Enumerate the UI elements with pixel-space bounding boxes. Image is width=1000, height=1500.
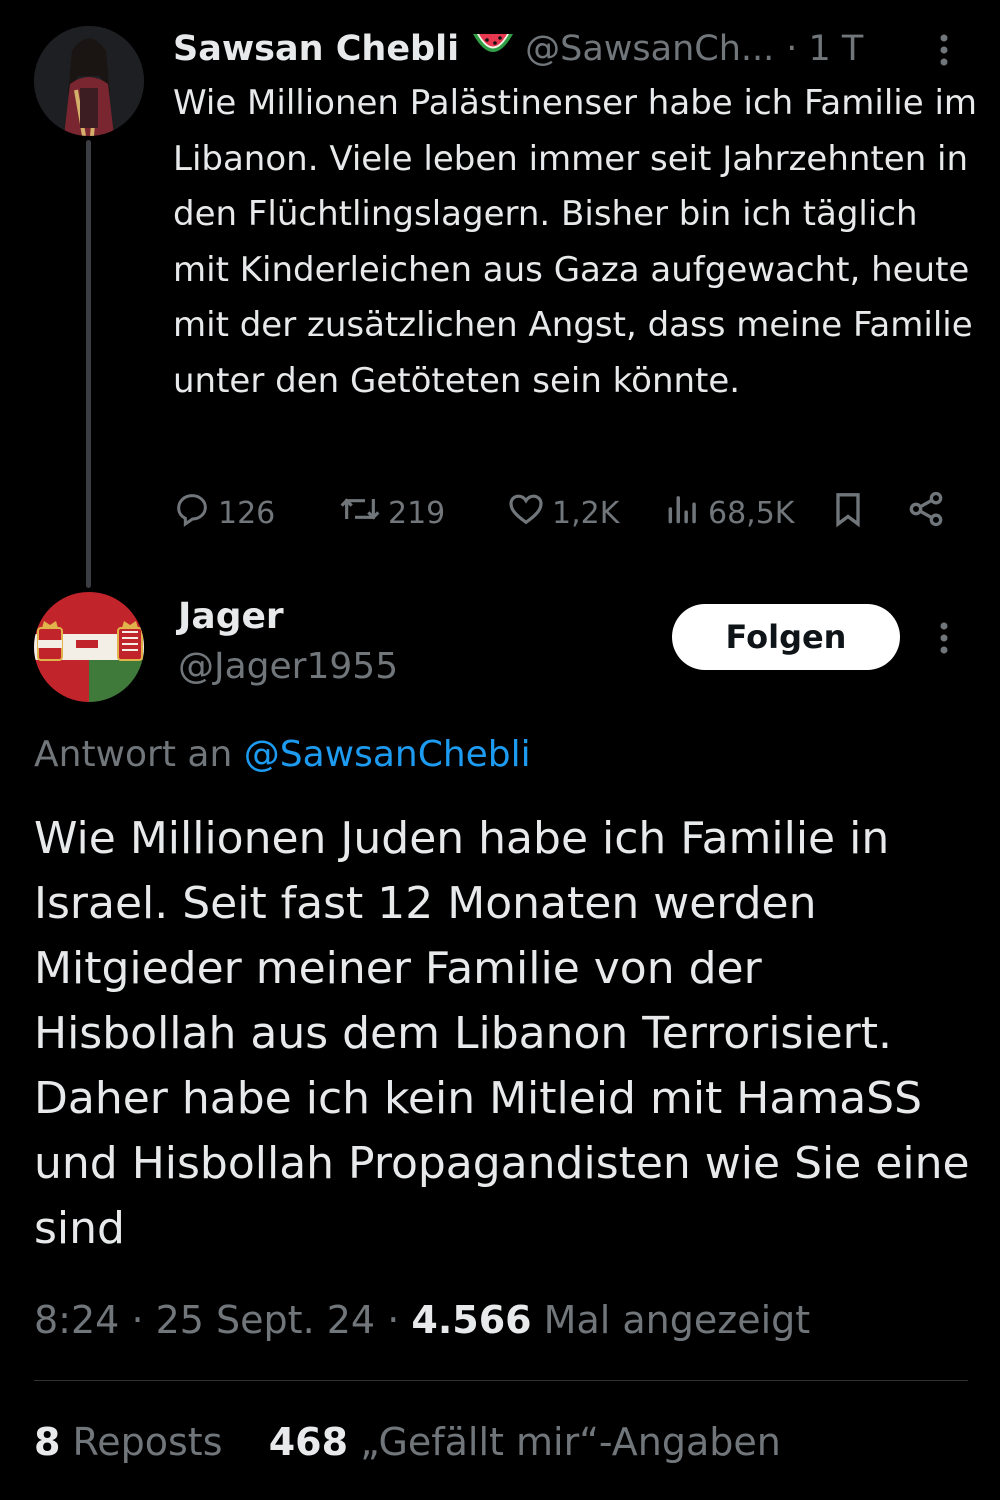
reply-button[interactable]: 126 — [172, 486, 275, 540]
tweet-text: Wie Millionen Juden habe ich Familie in … — [34, 813, 970, 1254]
tweet-date[interactable]: 25 Sept. 24 — [156, 1298, 375, 1342]
author-name[interactable]: Sawsan Chebli — [173, 29, 459, 69]
more-options-icon[interactable] — [930, 30, 958, 70]
tweet-meta: 8:24 · 25 Sept. 24 · 4.566 Mal angezeigt — [34, 1298, 810, 1342]
bookmark-button[interactable] — [828, 486, 868, 540]
replying-to-prefix: Antwort an — [34, 734, 233, 775]
share-button[interactable] — [906, 486, 946, 540]
reply-count: 126 — [218, 495, 276, 531]
views-count: 68,5K — [708, 495, 795, 531]
heart-icon — [506, 489, 546, 537]
reply-icon — [172, 489, 212, 537]
divider — [34, 1380, 968, 1381]
thread-connector-line — [86, 140, 91, 588]
like-button[interactable]: 1,2K — [506, 486, 619, 540]
follow-button[interactable]: Folgen — [672, 604, 900, 670]
engagement-stats: 8 Reposts 468 „Gefällt mir“-Angaben — [34, 1420, 781, 1464]
analytics-icon — [664, 489, 702, 537]
bookmark-icon — [828, 489, 868, 537]
view-label: Mal angezeigt — [543, 1298, 811, 1342]
replying-to-link[interactable]: @SawsanChebli — [244, 734, 531, 775]
view-count: 4.566 — [411, 1298, 532, 1342]
reposts-stat[interactable]: 8 Reposts — [34, 1420, 235, 1464]
repost-icon — [338, 489, 382, 537]
views-button[interactable]: 68,5K — [664, 486, 794, 540]
avatar[interactable] — [34, 26, 144, 136]
likes-label: „Gefällt mir“-Angaben — [360, 1420, 781, 1464]
author-handle[interactable]: @SawsanCh... — [525, 29, 774, 69]
timestamp[interactable]: · 1 T — [786, 29, 863, 69]
likes-count: 468 — [268, 1420, 349, 1464]
reposts-count: 8 — [34, 1420, 61, 1464]
reposts-label: Reposts — [72, 1420, 223, 1464]
action-bar: 126 219 1,2K 68,5K — [172, 486, 972, 540]
separator-dot: · — [387, 1298, 400, 1342]
avatar[interactable] — [34, 592, 144, 702]
parent-tweet-header: Sawsan Chebli @SawsanCh... · 1 T — [173, 24, 973, 74]
replying-to-line: Antwort an @SawsanChebli — [34, 734, 531, 775]
watermelon-icon — [471, 29, 515, 69]
share-icon — [906, 489, 946, 537]
tweet-time[interactable]: 8:24 — [34, 1298, 119, 1342]
like-count: 1,2K — [552, 495, 620, 531]
tweet-text: Wie Millionen Palästinenser habe ich Fam… — [173, 83, 978, 401]
repost-button[interactable]: 219 — [338, 486, 445, 540]
repost-count: 219 — [388, 495, 446, 531]
likes-stat[interactable]: 468 „Gefällt mir“-Angaben — [269, 1420, 781, 1464]
author-handle[interactable]: @Jager1955 — [178, 646, 398, 687]
more-options-icon[interactable] — [930, 618, 958, 658]
author-name[interactable]: Jager — [178, 596, 284, 637]
separator-dot: · — [131, 1298, 144, 1342]
